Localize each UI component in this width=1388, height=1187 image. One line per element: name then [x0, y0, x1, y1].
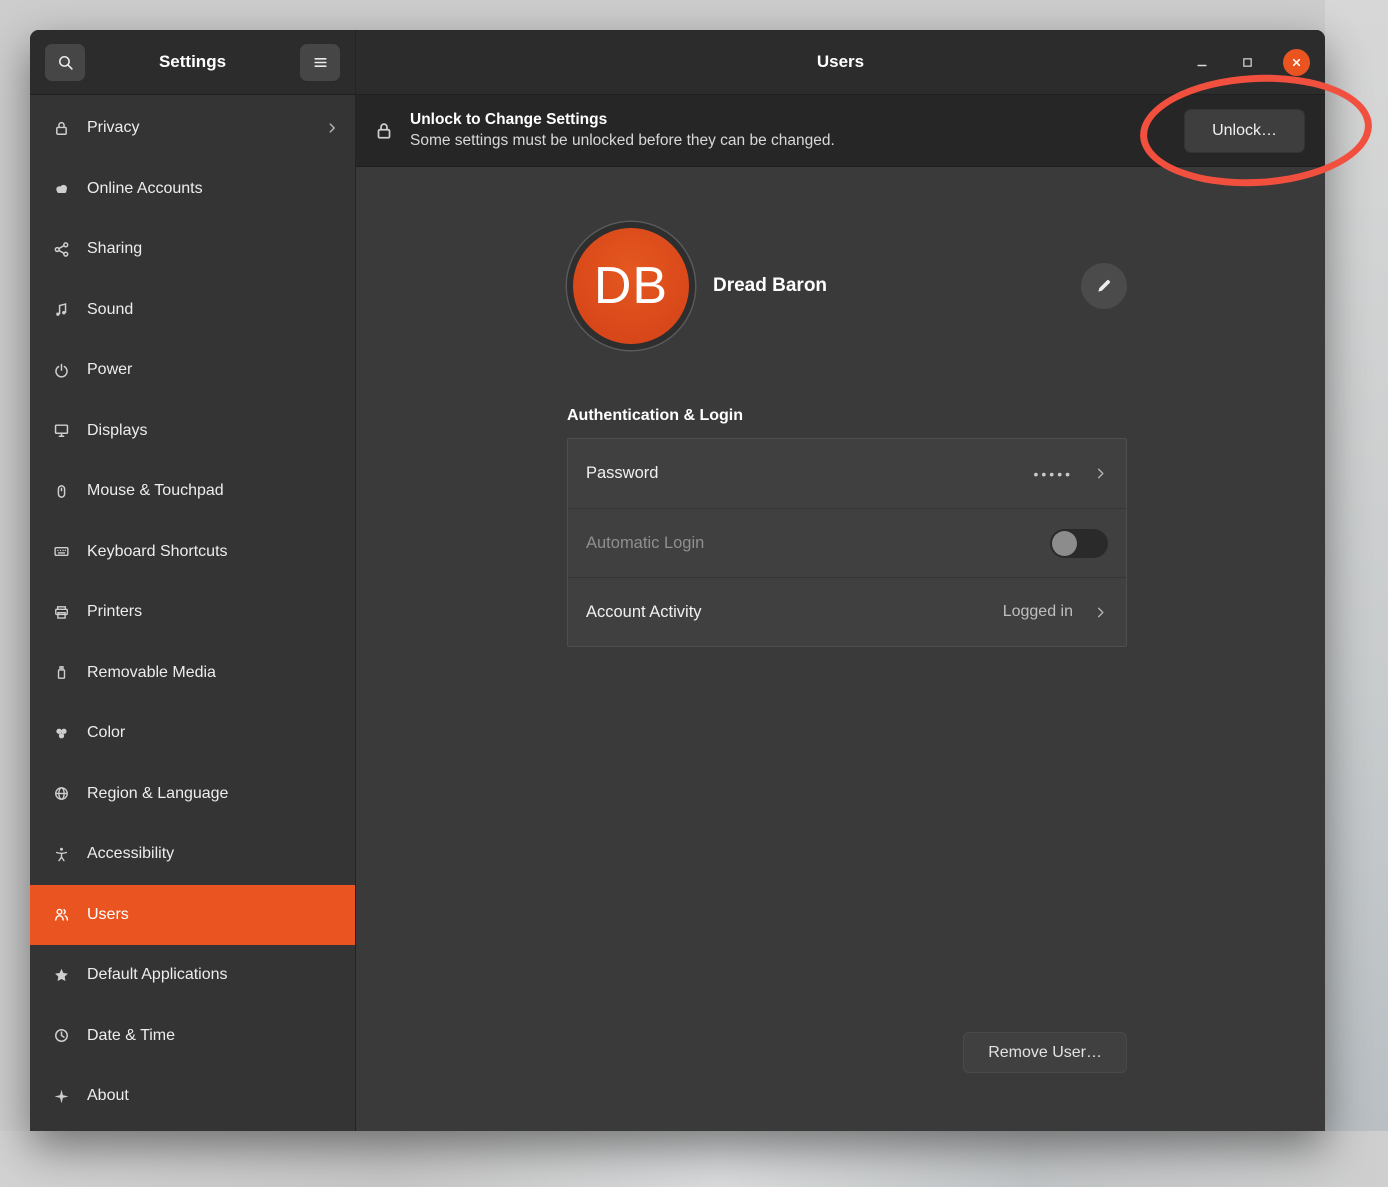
unlock-button[interactable]: Unlock… [1184, 109, 1305, 153]
sidebar-list: Privacy Online Accounts Sharing [30, 95, 355, 1131]
sidebar: Settings Privacy Onl [30, 30, 356, 1131]
share-icon [52, 241, 70, 258]
sidebar-item-sharing[interactable]: Sharing [30, 219, 355, 280]
auth-card: Password ••••• Automatic Login Account [567, 438, 1127, 647]
sidebar-item-label: Sharing [87, 240, 339, 258]
lock-icon [52, 120, 70, 137]
settings-window: Settings Privacy Onl [30, 30, 1325, 1131]
sidebar-item-label: Date & Time [87, 1027, 339, 1045]
printer-icon [52, 604, 70, 621]
user-panel: DB Dread Baron Authentication & Login Pa… [567, 222, 1127, 647]
sidebar-item-displays[interactable]: Displays [30, 401, 355, 462]
desktop-wallpaper-right [1325, 0, 1388, 1131]
account-activity-row[interactable]: Account Activity Logged in [568, 577, 1126, 646]
unlock-banner: Unlock to Change Settings Some settings … [356, 95, 1325, 167]
minimize-button[interactable] [1193, 53, 1211, 71]
user-full-name: Dread Baron [713, 275, 827, 297]
window-controls [1193, 49, 1325, 76]
sidebar-item-date-time[interactable]: Date & Time [30, 1006, 355, 1067]
users-content: DB Dread Baron Authentication & Login Pa… [356, 167, 1325, 1131]
chevron-right-icon [1093, 466, 1108, 481]
automatic-login-toggle[interactable] [1050, 529, 1108, 558]
sidebar-item-label: Printers [87, 603, 339, 621]
sidebar-item-label: Privacy [87, 119, 308, 137]
auth-login-heading: Authentication & Login [567, 407, 1127, 425]
sidebar-item-label: Mouse & Touchpad [87, 482, 339, 500]
page-title: Users [356, 52, 1325, 72]
display-icon [52, 422, 70, 439]
cloud-icon [52, 180, 70, 197]
banner-title: Unlock to Change Settings [410, 111, 1168, 129]
sidebar-item-label: Removable Media [87, 664, 339, 682]
sidebar-item-label: Users [87, 906, 339, 924]
sidebar-item-label: Accessibility [87, 845, 339, 863]
sidebar-item-about[interactable]: About [30, 1066, 355, 1127]
banner-subtitle: Some settings must be unlocked before th… [410, 132, 1168, 150]
sidebar-item-label: Keyboard Shortcuts [87, 543, 339, 561]
sparkle-icon [52, 1088, 70, 1105]
clock-icon [52, 1027, 70, 1044]
toggle-knob [1052, 531, 1077, 556]
sidebar-item-label: Power [87, 361, 339, 379]
power-icon [52, 362, 70, 379]
avatar[interactable]: DB [567, 222, 695, 350]
music-note-icon [52, 301, 70, 318]
accessibility-icon [52, 846, 70, 863]
sidebar-item-users[interactable]: Users [30, 885, 355, 946]
sidebar-item-removable-media[interactable]: Removable Media [30, 643, 355, 704]
sidebar-item-online-accounts[interactable]: Online Accounts [30, 159, 355, 220]
sidebar-item-label: Default Applications [87, 966, 339, 984]
remove-user-button[interactable]: Remove User… [963, 1032, 1127, 1073]
chevron-right-icon [1093, 605, 1108, 620]
sidebar-item-color[interactable]: Color [30, 703, 355, 764]
sidebar-item-label: About [87, 1087, 339, 1105]
sidebar-item-default-applications[interactable]: Default Applications [30, 945, 355, 1006]
automatic-login-label: Automatic Login [586, 534, 1040, 553]
hamburger-menu-icon [312, 54, 329, 71]
desktop-wallpaper-bottom [0, 1131, 1388, 1187]
titlebar: Users [356, 30, 1325, 95]
account-activity-value: Logged in [1003, 603, 1073, 621]
banner-text: Unlock to Change Settings Some settings … [410, 111, 1168, 150]
user-row: DB Dread Baron [567, 222, 1127, 350]
usb-drive-icon [52, 664, 70, 681]
password-row[interactable]: Password ••••• [568, 439, 1126, 508]
sidebar-header: Settings [30, 30, 355, 95]
menu-button[interactable] [300, 44, 340, 81]
maximize-button[interactable] [1238, 53, 1256, 71]
password-label: Password [586, 464, 1023, 483]
sidebar-item-sound[interactable]: Sound [30, 280, 355, 341]
sidebar-item-label: Region & Language [87, 785, 339, 803]
main-panel: Users Unlock to Change Set [356, 30, 1325, 1131]
sidebar-item-region-language[interactable]: Region & Language [30, 764, 355, 825]
globe-icon [52, 785, 70, 802]
mouse-icon [52, 483, 70, 500]
password-dots: ••••• [1033, 466, 1073, 482]
sidebar-item-mouse-touchpad[interactable]: Mouse & Touchpad [30, 461, 355, 522]
star-icon [52, 967, 70, 984]
sidebar-item-power[interactable]: Power [30, 340, 355, 401]
close-button[interactable] [1283, 49, 1310, 76]
chevron-right-icon [325, 121, 339, 135]
users-icon [52, 906, 70, 923]
sidebar-item-printers[interactable]: Printers [30, 582, 355, 643]
automatic-login-row: Automatic Login [568, 508, 1126, 577]
sidebar-item-label: Color [87, 724, 339, 742]
sidebar-item-keyboard-shortcuts[interactable]: Keyboard Shortcuts [30, 522, 355, 583]
keyboard-icon [52, 543, 70, 560]
edit-name-button[interactable] [1081, 263, 1127, 309]
padlock-icon [374, 121, 394, 141]
sidebar-item-privacy[interactable]: Privacy [30, 98, 355, 159]
pencil-icon [1095, 277, 1113, 295]
sidebar-item-label: Online Accounts [87, 180, 339, 198]
sidebar-item-label: Sound [87, 301, 339, 319]
color-circles-icon [52, 725, 70, 742]
sidebar-title: Settings [93, 52, 292, 72]
sidebar-item-accessibility[interactable]: Accessibility [30, 824, 355, 885]
search-icon [57, 54, 74, 71]
close-icon [1290, 56, 1303, 69]
search-button[interactable] [45, 44, 85, 81]
sidebar-item-label: Displays [87, 422, 339, 440]
account-activity-label: Account Activity [586, 603, 993, 622]
